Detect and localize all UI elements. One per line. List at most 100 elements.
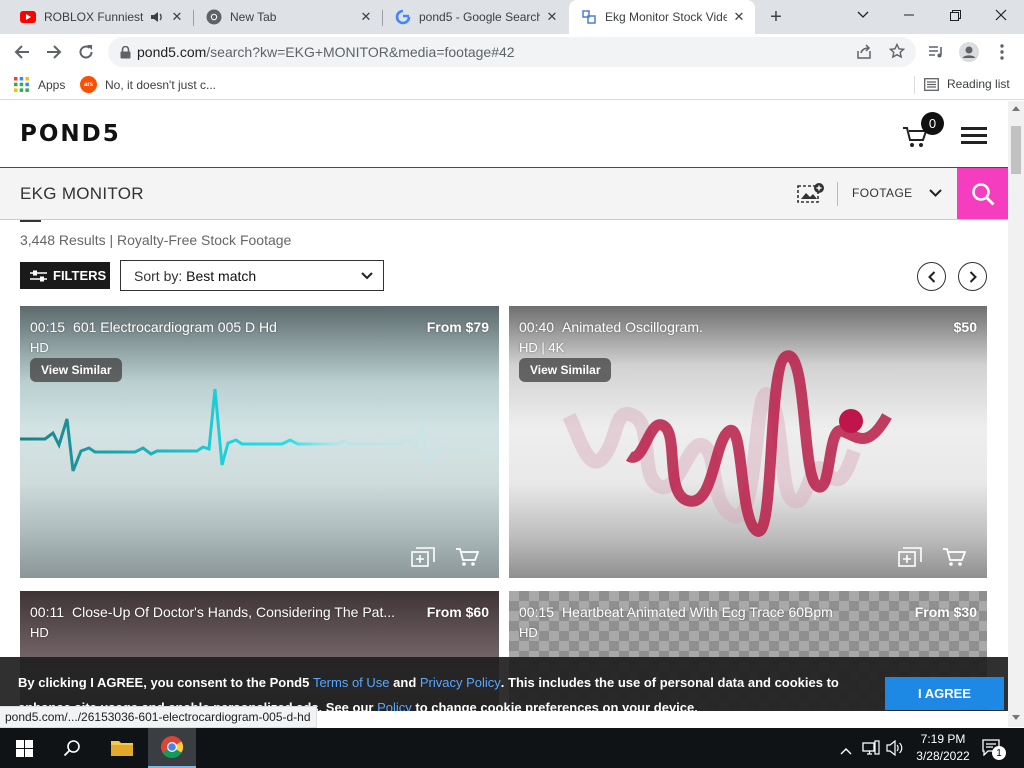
- footage-card[interactable]: 00:40 Animated Oscillogram. $50 HD | 4K V…: [509, 306, 987, 578]
- sort-value: Best match: [186, 267, 257, 284]
- footage-card[interactable]: 00:15 601 Electrocardiogram 005 D Hd From…: [20, 306, 499, 578]
- add-to-cart-icon[interactable]: [454, 546, 480, 568]
- add-to-collection-icon[interactable]: [410, 546, 436, 568]
- scrollbar-thumb[interactable]: [1011, 126, 1021, 174]
- file-explorer-button[interactable]: [98, 728, 146, 768]
- tab-pond5-active[interactable]: Ekg Monitor Stock Vide ✕: [569, 0, 755, 34]
- close-tab-icon[interactable]: ✕: [731, 9, 747, 25]
- card-meta: 00:15 Heartbeat Animated With Ecg Trace 6…: [519, 604, 833, 620]
- view-similar-button[interactable]: View Similar: [30, 358, 123, 382]
- notification-center-button[interactable]: 1: [982, 738, 1006, 760]
- view-similar-button[interactable]: View Similar: [519, 358, 612, 382]
- search-icon: [971, 182, 994, 205]
- scroll-up-arrow[interactable]: [1012, 106, 1020, 111]
- chevron-left-icon: [927, 270, 935, 283]
- apps-grid-icon: [14, 77, 29, 92]
- card-title: 601 Electrocardiogram 005 D Hd: [73, 319, 277, 335]
- cookie-policy-link[interactable]: Policy: [377, 700, 412, 711]
- add-to-collection-icon[interactable]: [897, 546, 923, 568]
- agree-button[interactable]: I AGREE: [885, 677, 1004, 710]
- media-control-icon[interactable]: [922, 38, 950, 66]
- next-page-button[interactable]: [958, 262, 987, 291]
- chrome-taskbar-button[interactable]: [148, 728, 196, 768]
- media-type-label: FOOTAGE: [852, 186, 913, 200]
- prev-page-button[interactable]: [917, 262, 946, 291]
- clock-time: 7:19 PM: [920, 732, 966, 746]
- card-quality: HD | 4K: [519, 340, 565, 355]
- page-content: POND5 0 EKG MONITOR FOOTAGE 3,448 Result…: [0, 101, 1008, 711]
- bookmarks-bar: Apps ars No, it doesn't just c... Readin…: [0, 70, 1024, 100]
- card-price: From $30: [914, 604, 977, 620]
- bookmark-star-icon[interactable]: [888, 42, 906, 64]
- tab-title: Ekg Monitor Stock Vide: [605, 10, 727, 24]
- search-taskbar-button[interactable]: [48, 728, 96, 768]
- reading-list-button[interactable]: Reading list: [924, 77, 1010, 91]
- filters-button[interactable]: FILTERS: [20, 262, 110, 289]
- close-window-button[interactable]: [978, 0, 1024, 30]
- card-title: Animated Oscillogram.: [562, 319, 703, 335]
- card-title: Heartbeat Animated With Ecg Trace 60Bpm: [562, 604, 833, 620]
- close-tab-icon[interactable]: ✕: [544, 9, 560, 25]
- volume-icon[interactable]: [886, 739, 904, 761]
- back-button[interactable]: [8, 38, 36, 66]
- speaker-icon[interactable]: [149, 9, 165, 25]
- search-tab-indicator: [20, 220, 41, 222]
- card-meta: 00:15 601 Electrocardiogram 005 D Hd: [30, 319, 277, 335]
- card-price: $50: [953, 319, 977, 335]
- share-icon[interactable]: [856, 44, 872, 65]
- search-icon: [63, 740, 80, 757]
- tab-new-tab[interactable]: New Tab ✕: [194, 0, 382, 34]
- scroll-down-arrow[interactable]: [1012, 715, 1020, 720]
- card-duration: 00:11: [30, 604, 64, 620]
- sort-select[interactable]: Sort by: Best match: [120, 260, 384, 291]
- search-input[interactable]: EKG MONITOR: [20, 184, 144, 204]
- clock[interactable]: 7:19 PM 3/28/2022: [910, 731, 976, 765]
- card-meta: 00:40 Animated Oscillogram.: [519, 319, 703, 335]
- bookmark-ars[interactable]: ars No, it doesn't just c...: [80, 76, 216, 93]
- minimize-button[interactable]: [886, 0, 932, 30]
- apps-shortcut[interactable]: Apps: [14, 77, 65, 92]
- tab-search-button[interactable]: [840, 0, 886, 30]
- notification-count-badge: 1: [992, 746, 1006, 760]
- network-icon[interactable]: [862, 740, 880, 761]
- pond5-logo[interactable]: POND5: [20, 121, 121, 147]
- close-tab-icon[interactable]: ✕: [169, 9, 185, 25]
- cookie-banner: By clicking I AGREE, you consent to the …: [0, 657, 1008, 711]
- search-button[interactable]: [957, 168, 1008, 219]
- folder-icon: [111, 741, 133, 756]
- reload-button[interactable]: [72, 38, 100, 66]
- bookmark-label: No, it doesn't just c...: [105, 77, 217, 92]
- terms-of-use-link[interactable]: Terms of Use: [313, 675, 390, 690]
- lock-icon[interactable]: [120, 45, 131, 59]
- ekg-waveform-thumbnail: [20, 388, 499, 472]
- search-bar: EKG MONITOR FOOTAGE: [0, 168, 1008, 220]
- restore-button[interactable]: [932, 0, 978, 30]
- add-to-cart-icon[interactable]: [941, 546, 967, 568]
- search-divider: [837, 182, 838, 206]
- cart-button[interactable]: 0: [902, 112, 944, 149]
- address-bar[interactable]: pond5.com/search?kw=EKG+MONITOR&media=fo…: [108, 37, 916, 67]
- cart-count-badge: 0: [921, 112, 944, 135]
- media-type-select[interactable]: FOOTAGE: [852, 186, 942, 200]
- new-tab-button[interactable]: +: [764, 5, 788, 29]
- hamburger-menu-icon[interactable]: [961, 127, 987, 144]
- link-status-bar: pond5.com/.../26153036-601-electrocardio…: [0, 706, 317, 728]
- bookmarks-divider: [914, 76, 915, 94]
- start-button[interactable]: [0, 728, 48, 768]
- forward-button[interactable]: [40, 38, 68, 66]
- profile-avatar-icon[interactable]: [955, 38, 983, 66]
- card-duration: 00:40: [519, 319, 555, 335]
- tab-youtube[interactable]: ROBLOX Funniest M ✕: [8, 0, 193, 34]
- page-scrollbar[interactable]: [1008, 101, 1024, 727]
- tab-google-search[interactable]: pond5 - Google Search ✕: [383, 0, 568, 34]
- browser-menu-icon[interactable]: [988, 38, 1016, 66]
- chevron-down-icon: [928, 189, 942, 197]
- card-duration: 00:15: [30, 319, 66, 335]
- show-hidden-icons-chevron[interactable]: [840, 742, 852, 760]
- card-price: From $60: [426, 604, 489, 620]
- ars-favicon-icon: ars: [80, 76, 97, 93]
- search-by-image-icon[interactable]: [797, 182, 825, 209]
- privacy-policy-link[interactable]: Privacy Policy: [420, 675, 501, 690]
- chevron-down-icon: [361, 272, 373, 280]
- close-tab-icon[interactable]: ✕: [358, 9, 374, 25]
